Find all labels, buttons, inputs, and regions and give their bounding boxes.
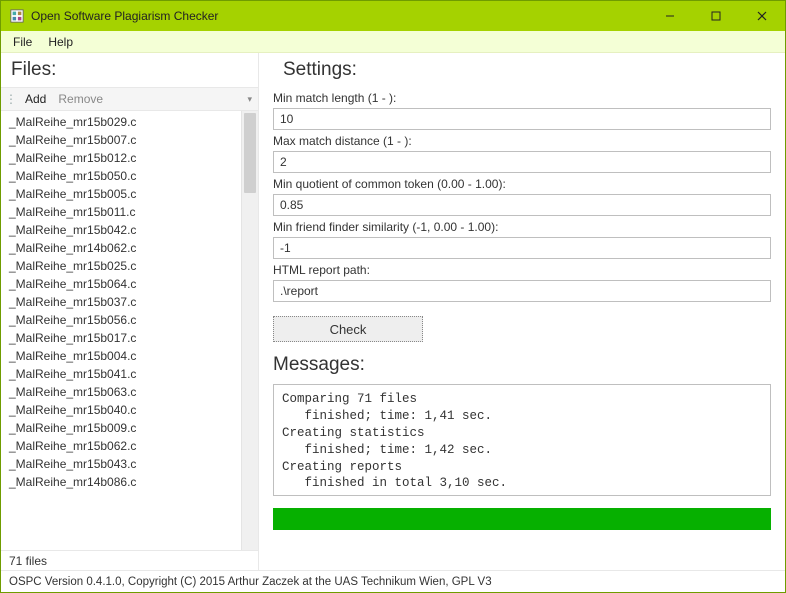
list-item[interactable]: _MalReihe_mr14b062.c bbox=[1, 239, 241, 257]
maximize-icon bbox=[711, 11, 721, 21]
max-distance-label: Max match distance (1 - ): bbox=[273, 130, 771, 151]
messages-output[interactable]: Comparing 71 files finished; time: 1,41 … bbox=[273, 384, 771, 496]
scrollbar[interactable] bbox=[241, 111, 258, 550]
maximize-button[interactable] bbox=[693, 1, 739, 31]
list-item[interactable]: _MalReihe_mr15b043.c bbox=[1, 455, 241, 473]
list-item[interactable]: _MalReihe_mr15b017.c bbox=[1, 329, 241, 347]
list-item[interactable]: _MalReihe_mr15b056.c bbox=[1, 311, 241, 329]
list-item[interactable]: _MalReihe_mr15b042.c bbox=[1, 221, 241, 239]
list-item[interactable]: _MalReihe_mr15b041.c bbox=[1, 365, 241, 383]
file-list[interactable]: _MalReihe_mr15b029.c_MalReihe_mr15b007.c… bbox=[1, 111, 241, 550]
list-item[interactable]: _MalReihe_mr15b029.c bbox=[1, 113, 241, 131]
progress-fill bbox=[273, 508, 771, 530]
check-button[interactable]: Check bbox=[273, 316, 423, 342]
min-friend-label: Min friend finder similarity (-1, 0.00 -… bbox=[273, 216, 771, 237]
minimize-icon bbox=[665, 11, 675, 21]
progress-bar bbox=[273, 508, 771, 530]
toolbar-grip-icon: ⋮ bbox=[5, 93, 17, 105]
files-panel: Files: ⋮ Add Remove ▾ _MalReihe_mr15b029… bbox=[1, 53, 259, 570]
files-toolbar: ⋮ Add Remove ▾ bbox=[1, 87, 258, 111]
list-item[interactable]: _MalReihe_mr15b050.c bbox=[1, 167, 241, 185]
min-match-input[interactable] bbox=[273, 108, 771, 130]
menu-help[interactable]: Help bbox=[40, 33, 81, 51]
files-heading: Files: bbox=[1, 53, 258, 87]
close-button[interactable] bbox=[739, 1, 785, 31]
min-quotient-input[interactable] bbox=[273, 194, 771, 216]
list-item[interactable]: _MalReihe_mr15b062.c bbox=[1, 437, 241, 455]
messages-heading: Messages: bbox=[273, 342, 771, 384]
list-item[interactable]: _MalReihe_mr15b009.c bbox=[1, 419, 241, 437]
min-friend-input[interactable] bbox=[273, 237, 771, 259]
settings-heading: Settings: bbox=[273, 53, 771, 87]
report-path-input[interactable] bbox=[273, 280, 771, 302]
window-title: Open Software Plagiarism Checker bbox=[31, 9, 647, 23]
scroll-thumb[interactable] bbox=[244, 113, 256, 193]
titlebar[interactable]: Open Software Plagiarism Checker bbox=[1, 1, 785, 31]
menubar: File Help bbox=[1, 31, 785, 53]
content-area: Files: ⋮ Add Remove ▾ _MalReihe_mr15b029… bbox=[1, 53, 785, 570]
settings-form: Min match length (1 - ): Max match dista… bbox=[273, 87, 771, 342]
list-item[interactable]: _MalReihe_mr15b007.c bbox=[1, 131, 241, 149]
close-icon bbox=[757, 11, 767, 21]
menu-file[interactable]: File bbox=[5, 33, 40, 51]
list-item[interactable]: _MalReihe_mr15b037.c bbox=[1, 293, 241, 311]
min-match-label: Min match length (1 - ): bbox=[273, 87, 771, 108]
toolbar-overflow-icon[interactable]: ▾ bbox=[247, 94, 252, 105]
list-item[interactable]: _MalReihe_mr15b025.c bbox=[1, 257, 241, 275]
list-item[interactable]: _MalReihe_mr15b064.c bbox=[1, 275, 241, 293]
list-item[interactable]: _MalReihe_mr15b011.c bbox=[1, 203, 241, 221]
min-quotient-label: Min quotient of common token (0.00 - 1.0… bbox=[273, 173, 771, 194]
list-item[interactable]: _MalReihe_mr15b004.c bbox=[1, 347, 241, 365]
report-path-label: HTML report path: bbox=[273, 259, 771, 280]
list-item[interactable]: _MalReihe_mr14b086.c bbox=[1, 473, 241, 491]
files-status: 71 files bbox=[1, 550, 258, 570]
max-distance-input[interactable] bbox=[273, 151, 771, 173]
minimize-button[interactable] bbox=[647, 1, 693, 31]
list-item[interactable]: _MalReihe_mr15b012.c bbox=[1, 149, 241, 167]
list-item[interactable]: _MalReihe_mr15b005.c bbox=[1, 185, 241, 203]
app-icon bbox=[9, 8, 25, 24]
remove-button[interactable]: Remove bbox=[52, 90, 109, 108]
file-list-container: _MalReihe_mr15b029.c_MalReihe_mr15b007.c… bbox=[1, 111, 258, 550]
list-item[interactable]: _MalReihe_mr15b063.c bbox=[1, 383, 241, 401]
list-item[interactable]: _MalReihe_mr15b040.c bbox=[1, 401, 241, 419]
settings-panel: Settings: Min match length (1 - ): Max m… bbox=[259, 53, 785, 570]
add-button[interactable]: Add bbox=[19, 90, 52, 108]
app-window: Open Software Plagiarism Checker File He… bbox=[0, 0, 786, 593]
footer-status: OSPC Version 0.4.1.0, Copyright (C) 2015… bbox=[1, 570, 785, 592]
